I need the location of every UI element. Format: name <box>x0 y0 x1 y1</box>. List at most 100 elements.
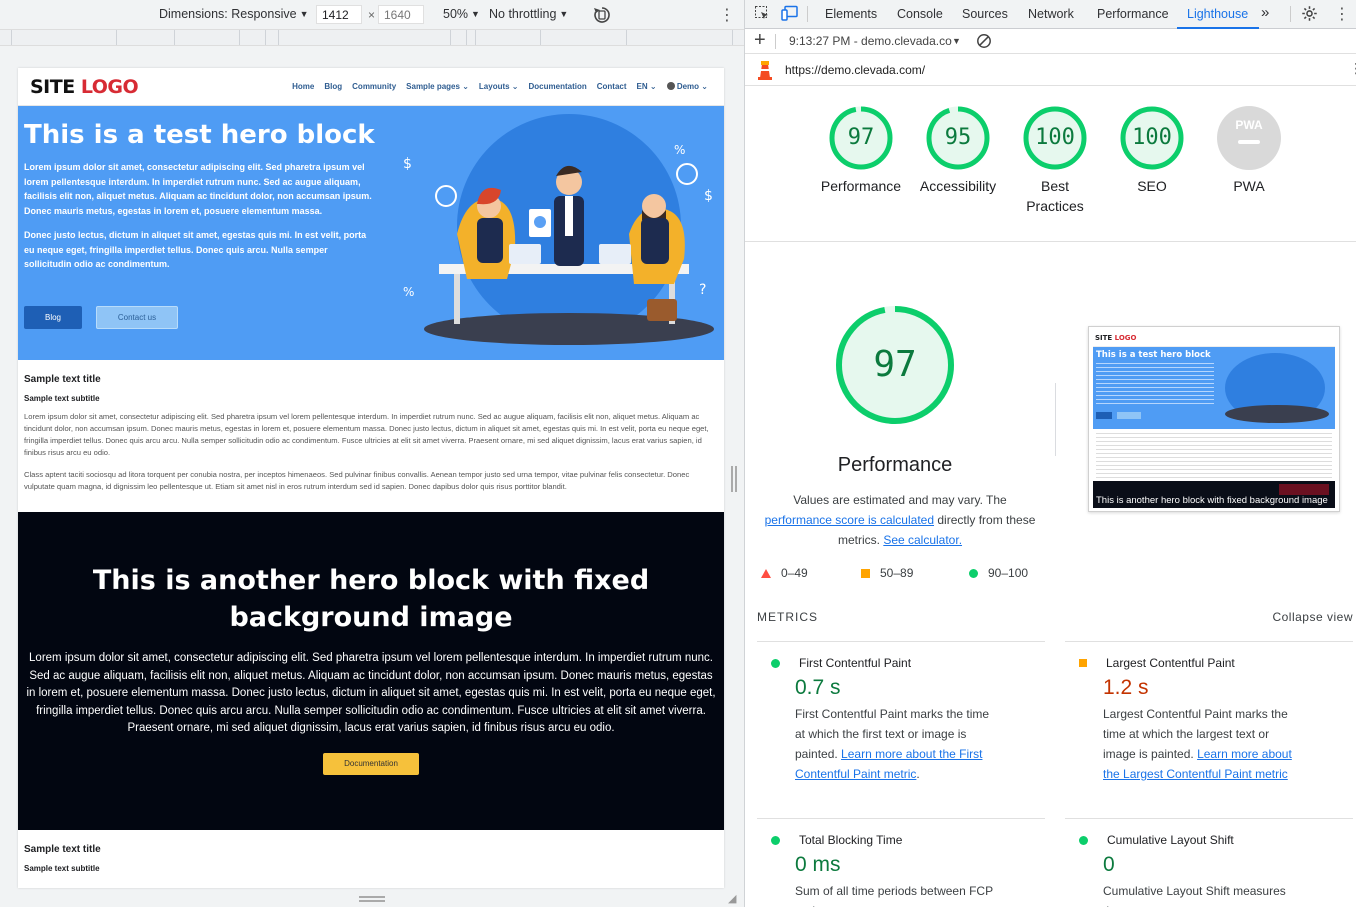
divider <box>1065 818 1353 819</box>
collapse-view-button[interactable]: Collapse view <box>1272 610 1353 624</box>
device-toolbar: Dimensions: Responsive ▼ 1412 × 1640 50%… <box>0 0 744 29</box>
metrics-heading: METRICS <box>757 610 818 624</box>
section-2-title: Sample text title <box>24 844 101 855</box>
gauge-accessibility-label: Accessibility <box>919 178 997 194</box>
metric-cls-desc: Cumulative Layout Shift measures the <box>1103 884 1286 907</box>
nav-documentation[interactable]: Documentation <box>529 82 587 91</box>
text-section: Sample text title Sample text subtitle L… <box>18 360 724 493</box>
documentation-button[interactable]: Documentation <box>323 752 419 775</box>
rotate-icon[interactable] <box>592 5 612 25</box>
nav-community[interactable]: Community <box>352 82 396 91</box>
legend-average: 50–89 <box>861 566 913 580</box>
thumb-logo-2: LOGO <box>1114 334 1137 342</box>
gauge-accessibility[interactable]: 95 Accessibility <box>908 106 1008 196</box>
metric-cls-name: Cumulative Layout Shift <box>1107 833 1234 847</box>
divider <box>775 34 776 49</box>
new-report-plus-icon[interactable]: + <box>754 29 766 52</box>
pass-circle-icon <box>771 658 780 668</box>
svg-text:%: % <box>403 285 414 299</box>
section-2-subtitle: Sample text subtitle <box>24 864 100 873</box>
media-query-ruler <box>0 29 744 46</box>
section-title: Sample text title <box>24 374 101 385</box>
tab-network[interactable]: Network <box>1028 7 1074 21</box>
nav-contact[interactable]: Contact <box>597 82 627 91</box>
gauge-seo[interactable]: 100 SEO <box>1102 106 1202 196</box>
tab-console[interactable]: Console <box>897 7 943 21</box>
throttling-label: No throttling <box>489 7 557 21</box>
device-toggle-icon[interactable] <box>781 5 799 24</box>
logo-text-1: SITE <box>30 75 75 98</box>
resize-corner-icon[interactable]: ◢ <box>728 892 740 905</box>
tab-sources[interactable]: Sources <box>962 7 1008 21</box>
section-subtitle: Sample text subtitle <box>24 394 100 403</box>
legend-pass-label: 90–100 <box>988 566 1029 580</box>
dark-hero-block: This is another hero block with fixed ba… <box>18 512 724 830</box>
performance-title: Performance <box>837 454 953 476</box>
divider <box>1055 383 1056 456</box>
caret-down-icon: ▼ <box>299 9 309 19</box>
site-logo[interactable]: SITE LOGO <box>30 75 139 98</box>
more-tabs-icon[interactable]: » <box>1261 4 1269 21</box>
resize-handle-right[interactable] <box>731 466 737 492</box>
clear-all-icon[interactable] <box>976 33 992 52</box>
gauge-best-practices[interactable]: 100 Best Practices <box>1005 106 1105 216</box>
dimensions-label: Dimensions: Responsive <box>159 7 297 21</box>
thumb-contact-button <box>1117 412 1141 419</box>
settings-gear-icon[interactable] <box>1301 5 1318 25</box>
resize-handle-bottom[interactable] <box>359 896 385 902</box>
nav-sample-pages[interactable]: Sample pages ⌄ <box>406 82 469 91</box>
gauge-accessibility-ring: 95 <box>926 106 990 170</box>
thumb-dark-accent <box>1279 484 1329 495</box>
performance-note: Values are estimated and may vary. The p… <box>755 490 1045 550</box>
metric-lcp: Largest Contentful Paint 1.2 s Largest C… <box>1065 656 1305 784</box>
gauge-pwa[interactable]: PWA PWA <box>1199 106 1299 196</box>
pass-circle-icon <box>771 835 780 845</box>
divider <box>807 6 808 22</box>
gauge-seo-ring: 100 <box>1120 106 1184 170</box>
legend-fail: 0–49 <box>761 566 808 580</box>
tab-lighthouse[interactable]: Lighthouse <box>1187 7 1248 21</box>
zoom-dropdown[interactable]: 50% ▼ <box>443 7 480 21</box>
hero-block: This is a test hero block Lorem ipsum do… <box>18 106 724 360</box>
nav-demo[interactable]: Demo ⌄ <box>666 82 708 91</box>
see-calculator-link[interactable]: See calculator. <box>883 533 962 547</box>
inspect-element-icon[interactable] <box>754 5 770 24</box>
device-emulation-pane: Dimensions: Responsive ▼ 1412 × 1640 50%… <box>0 0 745 907</box>
gauge-best-practices-score: 100 <box>1035 125 1075 150</box>
nav-home[interactable]: Home <box>292 82 314 91</box>
devtools-panel: Elements Console Sources Network Perform… <box>745 0 1356 907</box>
nav-blog[interactable]: Blog <box>324 82 342 91</box>
url-bar-menu-icon[interactable]: ⋮ <box>1349 60 1356 77</box>
nav-layouts[interactable]: Layouts ⌄ <box>479 82 519 91</box>
more-options-icon[interactable]: ⋮ <box>719 5 735 25</box>
gauge-pwa-score: PWA <box>1235 118 1263 132</box>
office-team-illustration: $ $ % % ? <box>403 114 714 345</box>
thumb-dark-hero-title: This is another hero block with fixed ba… <box>1096 495 1328 506</box>
metric-tbt-name: Total Blocking Time <box>799 833 903 847</box>
devtools-tabbar: Elements Console Sources Network Perform… <box>745 0 1356 29</box>
blog-button[interactable]: Blog <box>24 306 82 329</box>
category-gauges: 97 Performance 95 Accessibility 100 Best Prac… <box>745 100 1356 242</box>
width-input[interactable]: 1412 <box>316 5 362 24</box>
svg-text:$: $ <box>403 156 412 172</box>
tab-performance[interactable]: Performance <box>1097 7 1169 21</box>
devtools-menu-icon[interactable]: ⋮ <box>1334 4 1350 24</box>
gauge-seo-label: SEO <box>1137 178 1167 194</box>
metric-tbt: Total Blocking Time 0 ms Sum of all time… <box>757 833 997 907</box>
nav-language[interactable]: EN ⌄ <box>637 82 657 91</box>
pass-circle-icon <box>969 568 978 578</box>
throttling-dropdown[interactable]: No throttling ▼ <box>489 7 568 21</box>
report-selector[interactable]: 9:13:27 PM - demo.clevada.co <box>789 34 961 48</box>
metric-cls-value: 0 <box>1103 853 1115 876</box>
metric-fcp: First Contentful Paint 0.7 s First Conte… <box>757 656 997 784</box>
final-screenshot-thumbnail[interactable]: SITE LOGO This is a test hero block This… <box>1088 326 1340 512</box>
gauge-performance[interactable]: 97 Performance <box>811 106 911 196</box>
tab-elements[interactable]: Elements <box>825 7 877 21</box>
score-calculated-link[interactable]: performance score is calculated <box>765 513 934 527</box>
lighthouse-toolbar: + 9:13:27 PM - demo.clevada.co ▼ <box>745 29 1356 54</box>
thumb-blog-button <box>1096 412 1112 419</box>
height-input[interactable]: 1640 <box>378 5 424 24</box>
contact-us-button[interactable]: Contact us <box>96 306 178 329</box>
pass-circle-icon <box>1079 835 1088 845</box>
dimensions-dropdown[interactable]: Dimensions: Responsive ▼ <box>159 7 308 21</box>
